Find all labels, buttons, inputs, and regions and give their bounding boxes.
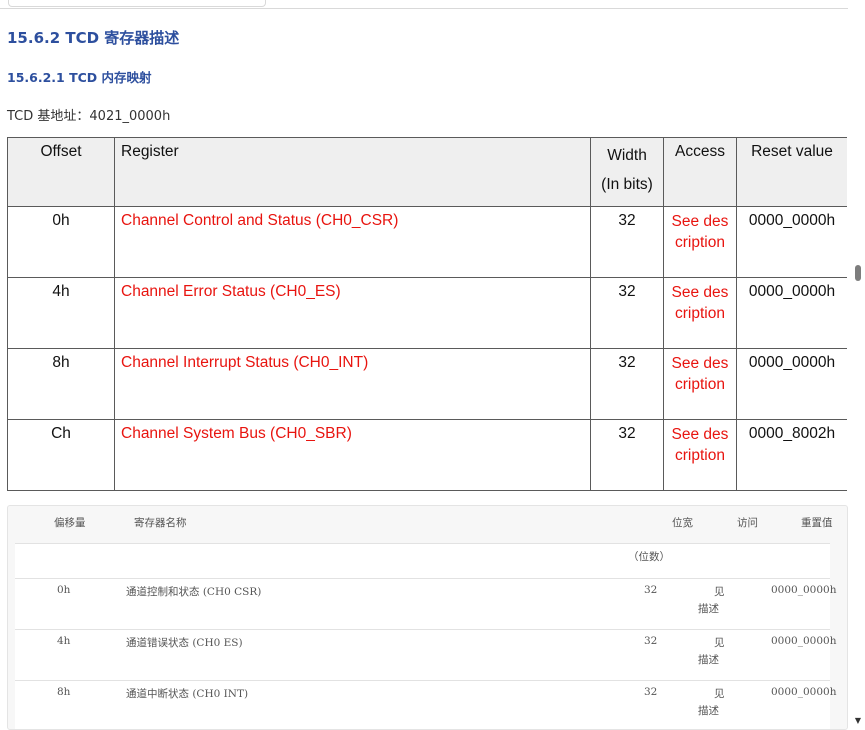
- top-panel-tab: [8, 0, 266, 7]
- table-row: 0h Channel Control and Status (CH0_CSR) …: [7, 206, 847, 278]
- translated-cell-register: 通道控制和状态 (CH0 CSR): [126, 586, 262, 598]
- cell-reset: 0000_0000h: [736, 277, 847, 349]
- translated-col-access: 访问: [737, 517, 758, 529]
- cell-reset: 0000_0000h: [736, 206, 847, 278]
- cell-width: 32: [590, 206, 664, 278]
- cell-reset: 0000_8002h: [736, 419, 847, 491]
- col-header-register: Register: [114, 137, 591, 207]
- register-link[interactable]: Channel System Bus (CH0_SBR): [114, 419, 591, 491]
- translated-col-width: 位宽: [672, 517, 693, 529]
- access-link[interactable]: See description: [663, 277, 737, 349]
- cell-reset: 0000_0000h: [736, 348, 847, 420]
- table-row: 8h Channel Interrupt Status (CH0_INT) 32…: [7, 348, 847, 420]
- translated-cell-width: 32: [644, 584, 658, 596]
- translated-cell-reset: 0000_0000h: [771, 584, 837, 596]
- col-header-access: Access: [663, 137, 737, 207]
- scrollbar-thumb[interactable]: [855, 265, 861, 281]
- translated-cell-access: 见: [714, 586, 725, 598]
- top-panel-edge: [0, 0, 848, 9]
- translated-cell-width: 32: [644, 686, 658, 698]
- col-header-width-label: Width: [607, 147, 647, 164]
- scroll-down-arrow-icon[interactable]: ▼: [853, 716, 863, 726]
- translated-cell-reset: 0000_0000h: [771, 635, 837, 647]
- translated-cell-access: 描述: [698, 654, 719, 666]
- register-link[interactable]: Channel Control and Status (CH0_CSR): [114, 206, 591, 278]
- col-header-width-unit: (In bits): [601, 176, 653, 193]
- translated-col-offset: 偏移量: [54, 517, 86, 529]
- translated-col-reset: 重置值: [801, 517, 833, 529]
- cell-offset: 8h: [7, 348, 115, 420]
- table-header-row: Offset Register Width (In bits) Access Re…: [7, 137, 847, 207]
- translated-cell-offset: 4h: [57, 635, 71, 647]
- base-address-text: TCD 基地址：4021_0000h: [7, 109, 171, 124]
- translated-cell-register: 通道中断状态 (CH0 INT): [126, 688, 249, 700]
- register-link[interactable]: Channel Error Status (CH0_ES): [114, 277, 591, 349]
- col-header-width: Width (In bits): [590, 137, 664, 207]
- translated-cell-access: 见: [714, 637, 725, 649]
- cell-width: 32: [590, 419, 664, 491]
- cell-offset: 0h: [7, 206, 115, 278]
- table-row: 4h Channel Error Status (CH0_ES) 32 See …: [7, 277, 847, 349]
- cell-offset: Ch: [7, 419, 115, 491]
- translated-col-width-unit: （位数）: [628, 551, 670, 563]
- cell-offset: 4h: [7, 277, 115, 349]
- table-row: Ch Channel System Bus (CH0_SBR) 32 See d…: [7, 419, 847, 491]
- translated-table-panel: 偏移量 寄存器名称 位宽 访问 重置值 （位数） 0h 通道控制和状态 (CH0…: [7, 505, 848, 730]
- translated-header-band: [15, 543, 830, 578]
- translated-cell-access: 描述: [698, 705, 719, 717]
- translated-cell-access: 见: [714, 688, 725, 700]
- access-link[interactable]: See description: [663, 419, 737, 491]
- translated-cell-reset: 0000_0000h: [771, 686, 837, 698]
- register-table-container: Offset Register Width (In bits) Access Re…: [7, 137, 847, 492]
- subsection-heading: 15.6.2.1 TCD 内存映射: [7, 70, 152, 85]
- register-table: Offset Register Width (In bits) Access Re…: [7, 137, 847, 491]
- translated-cell-offset: 0h: [57, 584, 71, 596]
- translated-cell-width: 32: [644, 635, 658, 647]
- access-link[interactable]: See description: [663, 206, 737, 278]
- register-link[interactable]: Channel Interrupt Status (CH0_INT): [114, 348, 591, 420]
- col-header-offset: Offset: [7, 137, 115, 207]
- translated-col-register: 寄存器名称: [134, 517, 187, 529]
- translated-cell-offset: 8h: [57, 686, 71, 698]
- translated-cell-register: 通道错误状态 (CH0 ES): [126, 637, 243, 649]
- access-link[interactable]: See description: [663, 348, 737, 420]
- col-header-reset: Reset value: [736, 137, 847, 207]
- translated-cell-access: 描述: [698, 603, 719, 615]
- cell-width: 32: [590, 348, 664, 420]
- cell-width: 32: [590, 277, 664, 349]
- section-heading: 15.6.2 TCD 寄存器描述: [7, 29, 180, 47]
